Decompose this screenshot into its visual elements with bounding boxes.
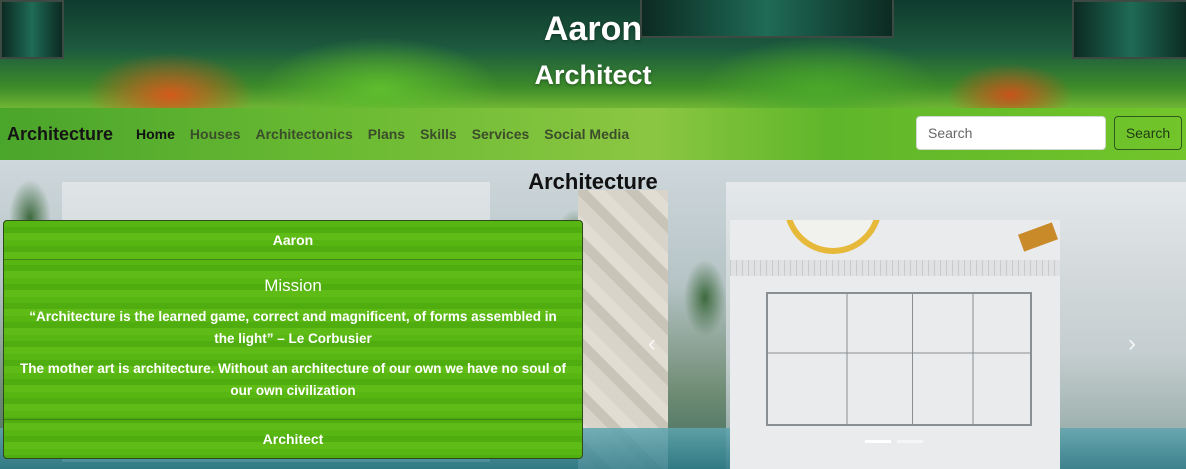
protractor-image — [784, 220, 882, 254]
card-text: The mother art is architecture. Without … — [20, 361, 566, 398]
card-footer: Architect — [4, 419, 582, 458]
nav-link-skills[interactable]: Skills — [420, 126, 457, 142]
ruler-image — [730, 260, 1060, 276]
hero-title: Aaron — [543, 10, 643, 48]
nav-links: Home Houses Architectonics Plans Skills … — [136, 126, 644, 142]
tape-image — [1018, 222, 1058, 252]
nav-link-architectonics[interactable]: Architectonics — [255, 126, 352, 142]
hero-subtitle: Architect — [534, 60, 652, 90]
carousel-next-icon[interactable]: › — [1128, 330, 1136, 358]
card-title: Mission — [264, 276, 322, 295]
floor-plan-drawing — [766, 292, 1032, 426]
search-button[interactable]: Search — [1114, 116, 1182, 150]
carousel-prev-icon[interactable]: ‹ — [648, 330, 656, 358]
page-heading: Architecture — [528, 169, 658, 194]
mission-card: Aaron Mission “Architecture is the learn… — [3, 220, 583, 459]
nav-link-home[interactable]: Home — [136, 126, 175, 142]
carousel-indicator[interactable] — [897, 440, 923, 443]
floorplan-carousel[interactable] — [730, 220, 1060, 469]
navbar: Architecture Home Houses Architectonics … — [0, 108, 1186, 160]
card-quote: “Architecture is the learned game, corre… — [29, 309, 557, 346]
carousel-indicator[interactable] — [865, 440, 891, 443]
nav-link-plans[interactable]: Plans — [368, 126, 405, 142]
nav-link-houses[interactable]: Houses — [190, 126, 241, 142]
nav-link-social-media[interactable]: Social Media — [544, 126, 629, 142]
nav-link-services[interactable]: Services — [472, 126, 530, 142]
navbar-brand[interactable]: Architecture — [7, 124, 113, 145]
hero-banner: Aaron Architect — [0, 0, 1186, 108]
search-input[interactable] — [916, 116, 1106, 150]
card-header: Aaron — [4, 221, 582, 260]
carousel-indicators — [865, 440, 923, 443]
